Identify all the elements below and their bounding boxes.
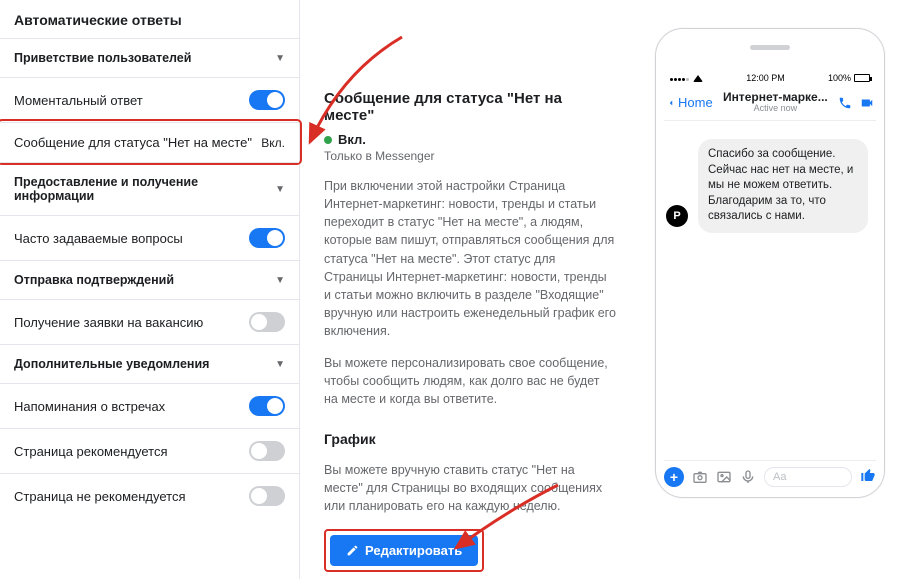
row-label: Моментальный ответ bbox=[14, 93, 249, 108]
phone-statusbar: 12:00 PM 100% bbox=[664, 73, 876, 87]
phone-speaker-icon bbox=[750, 45, 790, 50]
row-label: Страница не рекомендуется bbox=[14, 489, 249, 504]
statusbar-battery-text: 100% bbox=[828, 73, 851, 83]
row-page-recommended[interactable]: Страница рекомендуется bbox=[0, 428, 299, 473]
toggle-reminders[interactable] bbox=[249, 396, 285, 416]
toggle-faq[interactable] bbox=[249, 228, 285, 248]
row-instant-reply[interactable]: Моментальный ответ bbox=[0, 77, 299, 122]
content-heading: Сообщение для статуса "Нет на месте" bbox=[324, 90, 616, 124]
statusbar-time: 12:00 PM bbox=[746, 73, 785, 83]
chat-body: P Спасибо за сообщение. Сейчас нас нет н… bbox=[664, 121, 876, 441]
row-label: Сообщение для статуса "Нет на месте" bbox=[14, 135, 261, 150]
section-header-greeting[interactable]: Приветствие пользователей ▼ bbox=[0, 38, 299, 77]
row-away-message[interactable]: Сообщение для статуса "Нет на месте" Вкл… bbox=[0, 122, 299, 162]
caret-down-icon: ▼ bbox=[275, 359, 285, 370]
caret-down-icon: ▼ bbox=[275, 53, 285, 64]
sidebar-title: Автоматические ответы bbox=[0, 0, 299, 38]
status-dot-icon bbox=[324, 136, 332, 144]
camera-icon[interactable] bbox=[692, 469, 708, 485]
row-label: Страница рекомендуется bbox=[14, 444, 249, 459]
edit-button[interactable]: Редактировать bbox=[330, 535, 478, 566]
row-label: Напоминания о встречах bbox=[14, 399, 249, 414]
avatar: P bbox=[666, 205, 688, 227]
row-status-text: Вкл. bbox=[261, 136, 285, 150]
description-3: Вы можете вручную ставить статус "Нет на… bbox=[324, 461, 616, 515]
row-page-not-recommended[interactable]: Страница не рекомендуется bbox=[0, 473, 299, 518]
section-header-info[interactable]: Предоставление и получение информации ▼ bbox=[0, 162, 299, 215]
edit-button-highlight: Редактировать bbox=[324, 529, 484, 572]
description-1: При включении этой настройки Страница Ин… bbox=[324, 177, 616, 340]
status-label: Вкл. bbox=[338, 132, 366, 147]
toggle-page-not-recommended[interactable] bbox=[249, 486, 285, 506]
row-job-application[interactable]: Получение заявки на вакансию bbox=[0, 299, 299, 344]
section-header-label: Отправка подтверждений bbox=[14, 273, 174, 287]
description-2: Вы можете персонализировать свое сообщен… bbox=[324, 354, 616, 408]
video-icon[interactable] bbox=[860, 96, 874, 110]
section-header-extra[interactable]: Дополнительные уведомления ▼ bbox=[0, 344, 299, 383]
back-button[interactable]: Home bbox=[666, 95, 713, 110]
chat-header: Home Интернет-марке... Active now bbox=[664, 87, 876, 121]
edit-button-label: Редактировать bbox=[365, 543, 462, 558]
back-label: Home bbox=[678, 95, 713, 110]
row-faq[interactable]: Часто задаваемые вопросы bbox=[0, 215, 299, 260]
composer-input[interactable]: Aa bbox=[764, 467, 852, 487]
wifi-icon bbox=[693, 75, 703, 82]
caret-down-icon: ▼ bbox=[275, 275, 285, 286]
channel-note: Только в Messenger bbox=[324, 149, 616, 163]
phone-preview-area: 12:00 PM 100% Home Интернет-марке... Act… bbox=[640, 0, 900, 579]
phone-frame: 12:00 PM 100% Home Интернет-марке... Act… bbox=[655, 28, 885, 498]
signal-icon bbox=[670, 73, 690, 83]
section-header-confirmations[interactable]: Отправка подтверждений ▼ bbox=[0, 260, 299, 299]
caret-down-icon: ▼ bbox=[275, 184, 285, 195]
phone-icon[interactable] bbox=[838, 96, 852, 110]
composer: + Aa bbox=[664, 460, 876, 487]
toggle-job-application[interactable] bbox=[249, 312, 285, 332]
mic-icon[interactable] bbox=[740, 469, 756, 485]
main-content: Сообщение для статуса "Нет на месте" Вкл… bbox=[300, 0, 640, 579]
chevron-left-icon bbox=[666, 97, 676, 109]
section-header-label: Приветствие пользователей bbox=[14, 51, 191, 65]
section-header-label: Дополнительные уведомления bbox=[14, 357, 209, 371]
toggle-instant-reply[interactable] bbox=[249, 90, 285, 110]
section-header-label: Предоставление и получение информации bbox=[14, 175, 275, 203]
battery-icon bbox=[854, 74, 870, 82]
pencil-icon bbox=[346, 544, 359, 557]
add-button[interactable]: + bbox=[664, 467, 684, 487]
row-reminders[interactable]: Напоминания о встречах bbox=[0, 383, 299, 428]
schedule-heading: График bbox=[324, 431, 616, 447]
message-bubble: Спасибо за сообщение. Сейчас нас нет на … bbox=[698, 139, 868, 233]
like-icon[interactable] bbox=[860, 467, 876, 487]
chat-subtitle: Active now bbox=[713, 104, 838, 114]
toggle-page-recommended[interactable] bbox=[249, 441, 285, 461]
row-label: Часто задаваемые вопросы bbox=[14, 231, 249, 246]
image-icon[interactable] bbox=[716, 469, 732, 485]
status-line: Вкл. bbox=[324, 132, 616, 147]
sidebar: Автоматические ответы Приветствие пользо… bbox=[0, 0, 300, 579]
row-label: Получение заявки на вакансию bbox=[14, 315, 249, 330]
